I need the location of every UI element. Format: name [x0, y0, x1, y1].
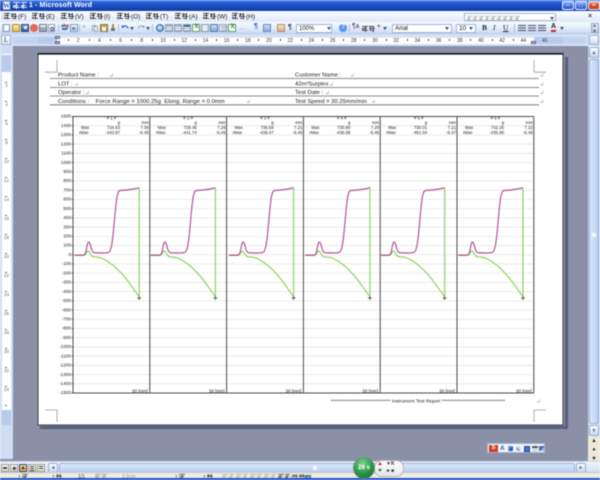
svg-text:200: 200 [63, 234, 71, 239]
svg-text:1000: 1000 [61, 160, 72, 165]
svg-text:Operator :: Operator : [58, 90, 85, 96]
svg-text:1100: 1100 [61, 151, 71, 156]
svg-text:1300: 1300 [61, 132, 72, 137]
svg-text:900: 900 [63, 169, 71, 174]
svg-text:-700: -700 [62, 316, 72, 321]
svg-text:# 4 #: # 4 # [337, 116, 347, 121]
svg-text:# 1 #: # 1 # [107, 116, 117, 121]
svg-text:-200: -200 [62, 270, 72, 275]
svg-text:-6.45: -6.45 [139, 130, 149, 135]
svg-text:500: 500 [63, 206, 71, 211]
svg-text:-5.45: -5.45 [293, 130, 303, 135]
svg-text:1500: 1500 [61, 114, 72, 119]
svg-text:rMax: rMax [386, 130, 396, 135]
svg-text:42m³Surplex: 42m³Surplex [295, 82, 328, 88]
svg-text:0: 0 [68, 252, 71, 257]
svg-text:-1200: -1200 [59, 363, 71, 368]
svg-text:800: 800 [63, 178, 71, 183]
svg-text:50 [mm]: 50 [mm] [132, 389, 148, 394]
svg-text:-443.87: -443.87 [105, 130, 120, 135]
svg-text:rMax: rMax [463, 130, 473, 135]
svg-text:-300: -300 [62, 280, 72, 285]
svg-text:-6.45: -6.45 [216, 130, 226, 135]
svg-text:-438.47: -438.47 [259, 130, 274, 135]
svg-text:-436.98: -436.98 [336, 130, 351, 135]
svg-text:-900: -900 [62, 335, 72, 340]
svg-text:100: 100 [63, 243, 71, 248]
svg-text:Customer Name :: Customer Name : [295, 73, 342, 79]
svg-text:600: 600 [63, 197, 71, 202]
svg-text:400: 400 [63, 215, 71, 220]
svg-text:-435.90: -435.90 [489, 130, 504, 135]
svg-text:-100: -100 [62, 261, 72, 266]
svg-text:-1500: -1500 [59, 390, 71, 395]
svg-text:-441.74: -441.74 [182, 130, 197, 135]
svg-text:1400: 1400 [61, 123, 72, 128]
svg-text:rMax: rMax [79, 130, 89, 135]
svg-text:-6.46: -6.46 [523, 130, 533, 135]
svg-text:-1100: -1100 [60, 353, 72, 358]
svg-text:# 2 #: # 2 # [183, 116, 193, 121]
svg-text:700: 700 [63, 187, 71, 192]
svg-text:Product Name :: Product Name : [58, 73, 99, 79]
svg-text:300: 300 [63, 224, 71, 229]
svg-text:# 5 #: # 5 # [414, 116, 424, 121]
svg-text:50 [mm]: 50 [mm] [209, 389, 225, 394]
svg-text:Test Speed = 30.25mm/min: Test Speed = 30.25mm/min [295, 99, 367, 105]
svg-text:-600: -600 [62, 307, 72, 312]
svg-text:-1400: -1400 [59, 381, 71, 386]
svg-text:-800: -800 [62, 326, 72, 331]
svg-text:Conditions : Force Range =: Conditions : Force Range = 1000.25g Elon… [58, 99, 225, 105]
svg-text:50 [mm]: 50 [mm] [286, 389, 302, 394]
svg-text:-1000: -1000 [59, 344, 71, 349]
svg-text:1200: 1200 [61, 141, 72, 146]
svg-text:50 [mm]: 50 [mm] [439, 389, 455, 394]
svg-text:rMax: rMax [233, 130, 243, 135]
svg-text:Test Date :: Test Date : [295, 90, 324, 96]
svg-text:rMax: rMax [156, 130, 166, 135]
svg-text:******************************: ******************************** Instrum… [331, 399, 505, 405]
svg-text:-500: -500 [62, 298, 72, 303]
svg-text:-1300: -1300 [59, 372, 71, 377]
svg-text:50 [mm]: 50 [mm] [516, 389, 532, 394]
svg-text:-6.47: -6.47 [446, 130, 456, 135]
svg-text:LOT :: LOT : [58, 82, 73, 88]
svg-text:-400: -400 [62, 289, 72, 294]
svg-text:# 6 #: # 6 # [491, 116, 501, 121]
svg-text:# 3 #: # 3 # [260, 116, 270, 121]
svg-text:50 [mm]: 50 [mm] [363, 389, 379, 394]
svg-text:-5.45: -5.45 [369, 130, 379, 135]
svg-text:rMax: rMax [309, 130, 319, 135]
svg-text:-491.04: -491.04 [413, 130, 428, 135]
